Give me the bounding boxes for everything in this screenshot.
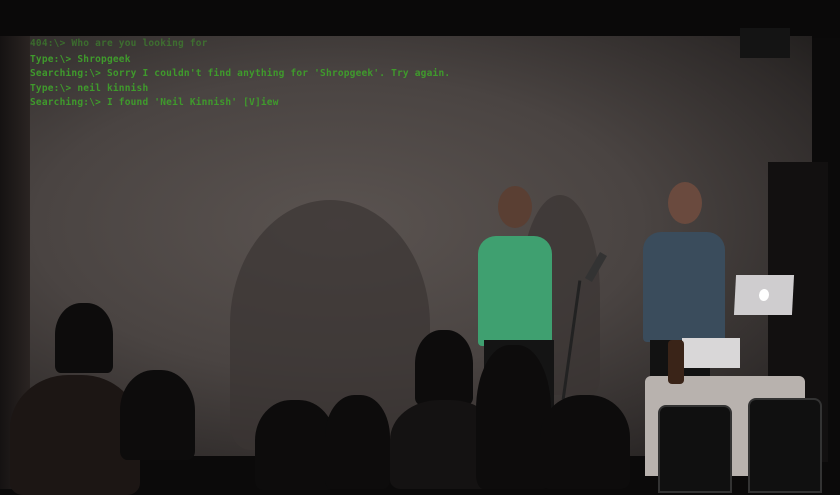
speaker-box — [740, 28, 790, 58]
terminal-line: Type:\> neil kinnish — [30, 83, 149, 94]
presenter-striped-shirt — [643, 232, 725, 342]
apple-logo-icon — [758, 289, 770, 301]
audience-head — [540, 395, 630, 489]
chair — [658, 405, 732, 493]
terminal-line: Searching:\> I found 'Neil Kinnish' [V]i… — [30, 97, 279, 108]
terminal-line: 404:\> Who are you looking for — [30, 38, 208, 49]
ceiling — [0, 0, 840, 38]
audience-head — [255, 400, 335, 490]
audience-head — [415, 330, 473, 405]
terminal-line: Searching:\> Sorry I couldn't find anyth… — [30, 68, 451, 79]
presenter-green-shirt — [478, 236, 552, 346]
chair — [748, 398, 822, 493]
bottle — [668, 340, 684, 384]
presenter-head — [498, 186, 532, 228]
laptop — [733, 275, 795, 315]
second-laptop — [682, 338, 740, 368]
audience-head — [120, 370, 195, 460]
terminal-line: Type:\> Shropgeek — [30, 54, 131, 65]
audience-head — [55, 303, 113, 373]
presenter-head — [668, 182, 702, 224]
audience-head — [325, 395, 390, 489]
